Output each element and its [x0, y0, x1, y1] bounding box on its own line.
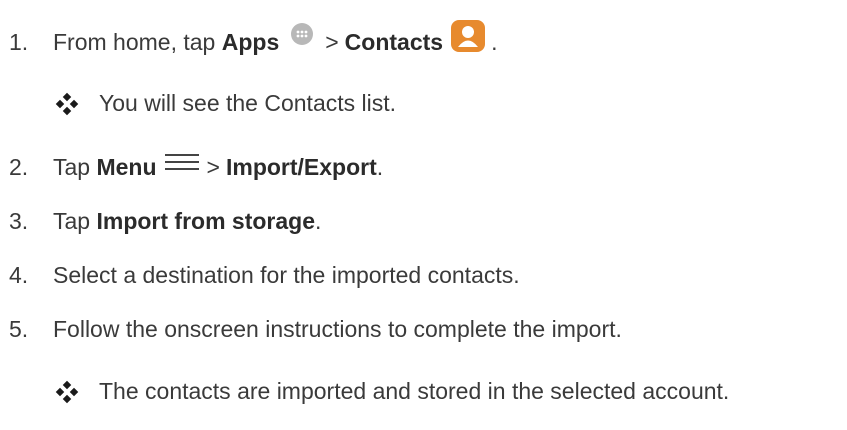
apps-icon [291, 23, 314, 45]
step-number: 4. [9, 262, 29, 288]
step-text: Tap [53, 154, 97, 180]
step-end: . [376, 154, 384, 180]
step-text: Tap [53, 208, 97, 234]
step-1: 1. From home, tap Apps > Contacts . [0, 20, 498, 58]
step-number: 5. [9, 316, 29, 342]
result-text: The contacts are imported and stored in … [99, 378, 730, 404]
step-number: 3. [9, 208, 29, 234]
contacts-label: Contacts [344, 28, 444, 55]
step-5: 5. Follow the onscreen instructions to c… [0, 316, 622, 343]
step-4: 4. Select a destination for the imported… [0, 262, 520, 289]
separator: > [206, 154, 220, 180]
result-text: You will see the Contacts list. [99, 90, 397, 116]
menu-icon [164, 152, 199, 172]
step-number: 1. [9, 28, 29, 55]
step-text: Follow the onscreen instructions to comp… [53, 316, 622, 342]
menu-label: Menu [96, 154, 157, 180]
import-export-label: Import/Export [225, 154, 377, 180]
contacts-icon [451, 20, 486, 52]
diamond-bullet-icon [55, 380, 79, 403]
step-number: 2. [9, 154, 29, 180]
step-3: 3. Tap Import from storage . [0, 208, 321, 235]
step-text: From home, tap [53, 28, 222, 55]
step-1-result: You will see the Contacts list. [55, 90, 396, 117]
step-end: . [315, 208, 322, 234]
step-end: . [491, 28, 498, 55]
separator: > [325, 28, 339, 55]
step-5-result: The contacts are imported and stored in … [55, 378, 729, 405]
apps-label: Apps [221, 28, 280, 55]
step-text: Select a destination for the imported co… [53, 262, 520, 288]
step-2: 2. Tap Menu > Import/Export . [0, 152, 384, 181]
diamond-bullet-icon [55, 92, 79, 115]
import-from-storage-label: Import from storage [96, 208, 316, 234]
